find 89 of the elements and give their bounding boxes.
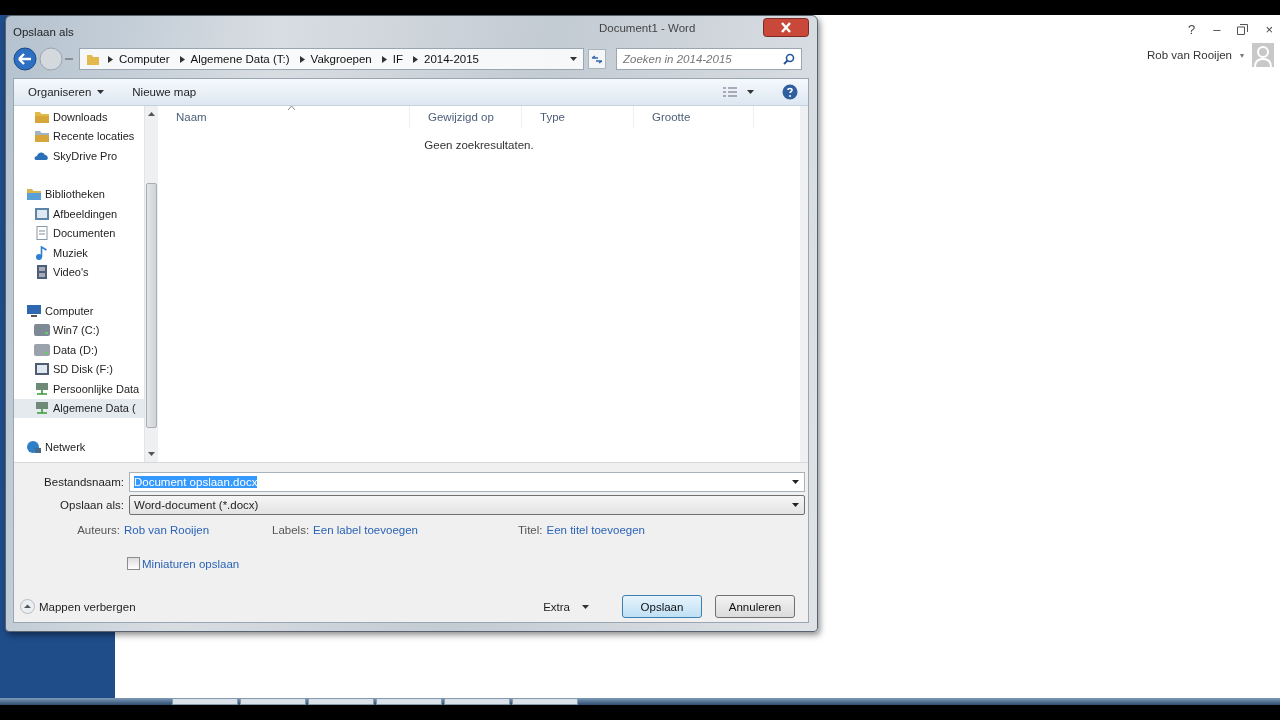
back-icon[interactable] [13,47,37,71]
chevron-icon[interactable] [381,55,387,63]
metadata-link[interactable]: Een label toevoegen [313,524,418,536]
drive-icon [34,323,50,338]
help-button[interactable]: ? [1186,21,1197,37]
music-note-icon [34,245,50,260]
field-label: Auteurs: [76,524,120,536]
nav-item[interactable]: Documenten [14,223,144,243]
globe-icon [26,439,42,454]
user-name[interactable]: Rob van Rooijen [1146,49,1232,61]
dropdown-caret-icon[interactable] [792,479,799,484]
nav-item[interactable]: Downloads [14,107,144,127]
disk-icon [34,362,50,377]
new-folder-button[interactable]: Nieuwe map [132,86,197,98]
picture-icon [34,206,50,221]
checkbox[interactable] [127,557,140,570]
address-bar[interactable]: Computer Algemene Data (T:) Vakgroepen IF 2014-2015 [79,48,584,70]
nav-item[interactable]: Bibliotheken [14,184,144,204]
field-label: Bestandsnaam: [43,475,125,488]
film-icon [34,265,50,280]
metadata-link[interactable]: Rob van Rooijen [124,524,210,536]
collapse-icon [20,599,35,614]
restore-icon[interactable] [1237,23,1249,35]
checkbox-label[interactable]: Miniaturen opslaan [142,557,240,570]
chevron-icon[interactable] [108,55,113,63]
search-field[interactable]: Zoeken in 2014-2015 [616,48,802,70]
empty-message: Geen zoekresultaten. [423,139,535,151]
dialog-title: Opslaan als [13,25,74,38]
nav-item[interactable]: Data (D:) [14,340,144,360]
nav-item[interactable]: Muziek [14,243,144,263]
chevron-icon[interactable] [413,55,418,63]
document-icon [34,226,50,241]
account-caret[interactable]: ▾ [1240,50,1244,60]
field-label: Opslaan als: [59,498,125,511]
caret-icon [97,90,105,94]
network-drive-icon [34,401,50,416]
breadcrumb[interactable]: Computer [119,53,170,65]
breadcrumb[interactable]: Vakgroepen [310,53,372,65]
cancel-button[interactable]: Annuleren [715,595,795,618]
folder-icon [86,52,100,66]
close-button[interactable]: × [1264,21,1274,37]
scroll-down-icon[interactable] [148,452,155,456]
scrollbar-thumb[interactable] [146,183,157,428]
breadcrumb[interactable]: Algemene Data (T:) [190,53,290,65]
dropdown-caret-icon[interactable] [747,90,754,94]
caret-icon [582,604,589,609]
monitor-icon [26,303,42,318]
folder-icon [26,187,42,202]
save-button[interactable]: Opslaan [622,595,702,618]
recent-places-icon [34,129,50,144]
close-button[interactable] [763,17,809,37]
nav-item[interactable]: SkyDrive Pro [14,146,144,166]
nav-item[interactable]: Persoonlijke Data [14,379,144,399]
column-header[interactable]: Type [522,106,634,128]
dropdown-caret-icon [792,502,799,507]
breadcrumb[interactable]: IF [392,53,403,65]
chevron-icon[interactable] [299,55,305,63]
network-drive-icon [34,381,50,396]
sidebar-scrollbar[interactable] [144,106,158,462]
breadcrumb[interactable]: 2014-2015 [424,53,479,65]
nav-item[interactable]: Algemene Data ( [14,398,144,418]
drive-icon [34,342,50,357]
nav-item[interactable]: Computer [14,301,144,321]
extra-menu[interactable]: Extra [543,600,589,613]
field-label: Titel: [518,524,543,536]
nav-item[interactable]: Recente locaties [14,126,144,146]
chevron-icon[interactable] [179,55,185,63]
nav-item[interactable]: SD Disk (F:) [14,359,144,379]
folder-icon [34,109,50,124]
metadata-link[interactable]: Een titel toevoegen [546,524,645,536]
scroll-up-icon[interactable] [148,112,155,116]
organize-menu[interactable]: Organiseren [28,86,105,98]
column-header[interactable]: Naam [158,106,410,128]
minimize-button[interactable]: – [1212,21,1222,37]
hide-folders-button[interactable]: Mappen verbergen [14,599,136,614]
column-header[interactable]: Grootte [634,106,754,128]
refresh-icon[interactable] [588,49,606,69]
nav-item[interactable]: Afbeeldingen [14,204,144,224]
nav-item[interactable]: Netwerk [14,437,144,457]
column-header[interactable]: Gewijzigd op [410,106,522,128]
nav-item[interactable]: Video's [14,262,144,282]
window-title: Document1 - Word [599,22,696,34]
dropdown-caret-icon[interactable] [570,57,577,61]
help-icon[interactable] [782,84,798,100]
search-icon [783,53,795,65]
nav-item[interactable]: Win7 (C:) [14,320,144,340]
file-type-dropdown[interactable]: Word-document (*.docx) [129,494,805,515]
sort-icon [288,106,295,110]
field-label: Labels: [272,524,310,536]
